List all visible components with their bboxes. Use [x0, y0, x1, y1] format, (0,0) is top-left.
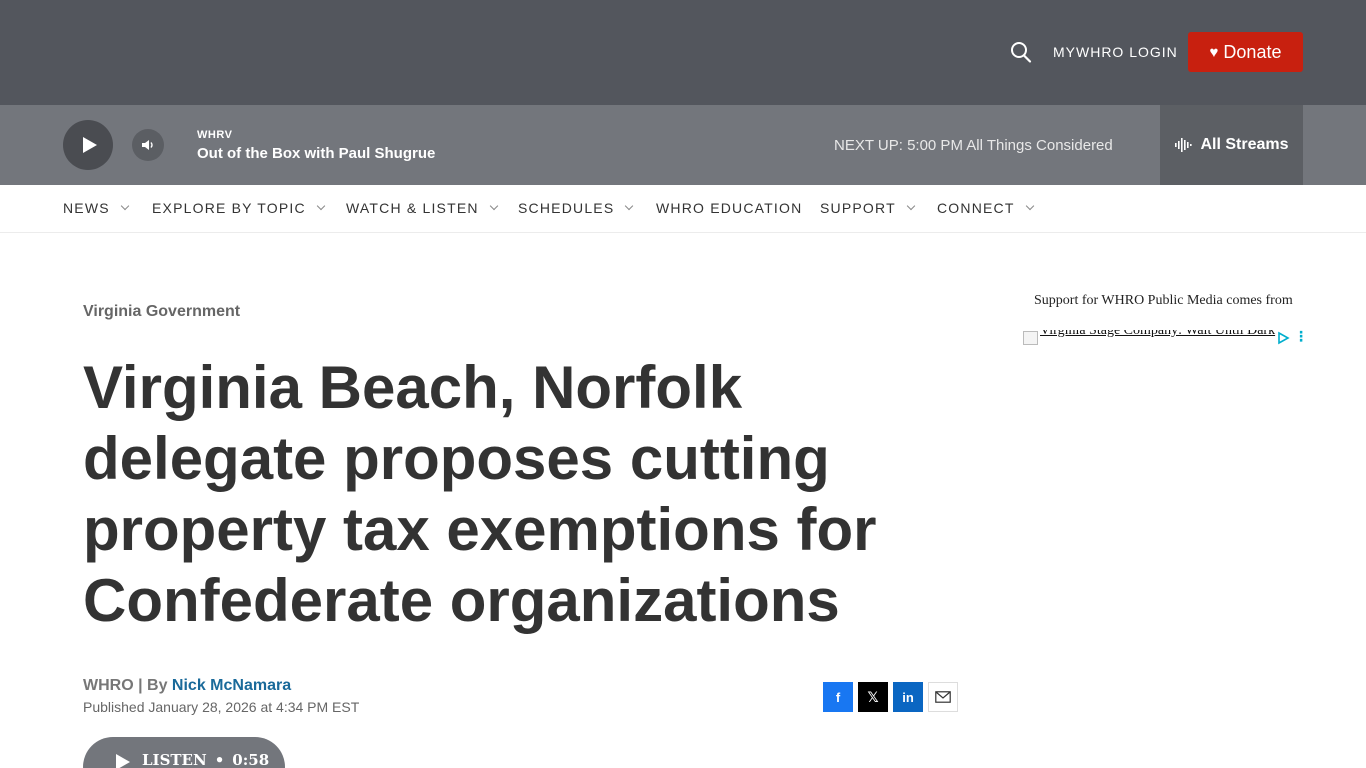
volume-icon — [142, 140, 153, 150]
nav-item-schedules[interactable]: SCHEDULES — [518, 200, 634, 216]
x-icon: 𝕏 — [867, 688, 879, 705]
linkedin-icon: in — [902, 689, 914, 705]
nav-item-explore-by-topic[interactable]: EXPLORE BY TOPIC — [152, 200, 326, 216]
email-icon — [935, 691, 951, 703]
listen-label: LISTEN — [142, 751, 207, 768]
audio-wave-icon — [1175, 138, 1193, 152]
search-icon[interactable] — [1008, 38, 1034, 66]
play-icon — [83, 137, 97, 153]
nav-item-watch-listen[interactable]: WATCH & LISTEN — [346, 200, 498, 216]
all-streams-button[interactable]: All Streams — [1160, 105, 1303, 185]
nav-label: NEWS — [63, 200, 110, 216]
chevron-down-icon — [625, 201, 634, 211]
share-facebook-button[interactable]: f — [823, 682, 853, 712]
nav-label: SCHEDULES — [518, 200, 615, 216]
published-date: Published January 28, 2026 at 4:34 PM ES… — [83, 699, 360, 715]
chevron-down-icon — [489, 201, 498, 211]
site-header: MYWHRO LOGIN ♥ Donate — [0, 0, 1366, 105]
nav-item-news[interactable]: NEWS — [63, 200, 130, 216]
chevron-down-icon — [906, 201, 916, 211]
broken-image-icon — [1023, 331, 1038, 345]
mywhro-login-link[interactable]: MYWHRO LOGIN — [1053, 44, 1178, 60]
nav-label: WATCH & LISTEN — [346, 200, 479, 216]
show-title: Out of the Box with Paul Shugrue — [197, 145, 436, 162]
article-headline: Virginia Beach, Norfolk delegate propose… — [83, 354, 877, 634]
share-linkedin-button[interactable]: in — [893, 682, 923, 712]
volume-button[interactable] — [132, 129, 164, 161]
listen-duration: 0:58 — [232, 751, 270, 768]
nav-item-whro-education[interactable]: WHRO EDUCATION — [656, 200, 802, 216]
chevron-down-icon — [120, 201, 130, 211]
next-up-text: NEXT UP: 5:00 PM All Things Considered — [834, 137, 1113, 154]
byline-prefix: | By — [133, 677, 172, 694]
play-icon — [116, 754, 130, 768]
nav-label: WHRO EDUCATION — [656, 200, 803, 216]
donate-button[interactable]: ♥ Donate — [1188, 32, 1303, 72]
nav-label: SUPPORT — [820, 200, 896, 216]
sponsor-ad[interactable]: Virginia Stage Company: Wait Until Dark — [1023, 330, 1308, 346]
author-link[interactable]: Nick McNamara — [172, 677, 291, 694]
nav-label: EXPLORE BY TOPIC — [152, 200, 306, 216]
heart-icon: ♥ — [1209, 43, 1219, 61]
sponsor-support-text: Support for WHRO Public Media comes from — [1034, 293, 1293, 308]
donate-label: Donate — [1223, 41, 1282, 62]
byline: WHRO | By Nick McNamara — [83, 677, 291, 695]
chevron-down-icon — [1025, 201, 1034, 211]
chevron-down-icon — [316, 201, 326, 211]
byline-source: WHRO — [83, 677, 134, 694]
listen-audio-button[interactable]: LISTEN • 0:58 — [83, 737, 285, 768]
facebook-icon: f — [835, 689, 841, 705]
nav-item-support[interactable]: SUPPORT — [820, 200, 916, 216]
station-name: WHRV — [197, 129, 233, 141]
all-streams-label: All Streams — [1200, 136, 1289, 153]
article-category-link[interactable]: Virginia Government — [83, 303, 240, 321]
nav-label: CONNECT — [937, 200, 1015, 216]
ad-menu-icon[interactable]: ⋮ — [1294, 329, 1308, 345]
listen-separator: • — [214, 751, 225, 768]
ad-alt-text: Virginia Stage Company: Wait Until Dark — [1040, 330, 1276, 338]
main-nav: NEWS EXPLORE BY TOPIC WATCH & LISTEN SCH… — [0, 185, 1366, 233]
share-email-button[interactable] — [928, 682, 958, 712]
play-button[interactable] — [63, 120, 113, 170]
live-player-bar: WHRV Out of the Box with Paul Shugrue NE… — [0, 105, 1366, 185]
share-x-button[interactable]: 𝕏 — [858, 682, 888, 712]
nav-item-connect[interactable]: CONNECT — [937, 200, 1034, 216]
ad-choices-icon[interactable] — [1276, 331, 1290, 345]
